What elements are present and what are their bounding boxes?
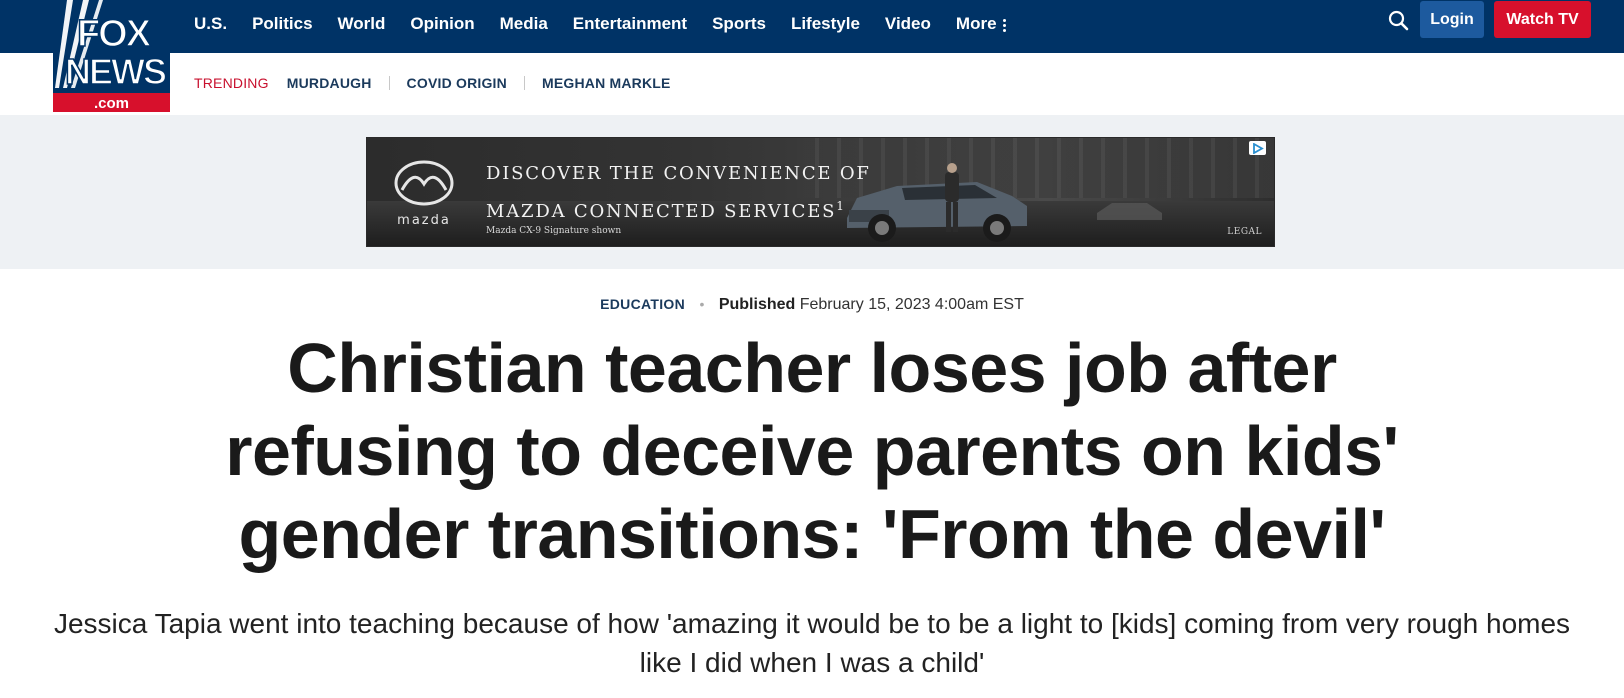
trending-divider	[523, 76, 525, 90]
trending-item-covid-origin[interactable]: COVID ORIGIN	[407, 75, 507, 91]
login-button[interactable]: Login	[1420, 1, 1484, 38]
adchoices-icon[interactable]	[1249, 141, 1266, 155]
nav-item-media[interactable]: Media	[500, 14, 548, 34]
nav-item-entertainment[interactable]: Entertainment	[573, 14, 687, 34]
published-label: Published	[718, 296, 800, 313]
article-category-link[interactable]: EDUCATION	[600, 296, 685, 312]
nav-item-world[interactable]: World	[338, 14, 386, 34]
search-icon	[1388, 10, 1409, 31]
mazda-wing-icon	[394, 160, 454, 206]
nav-item-lifestyle[interactable]: Lifestyle	[791, 14, 860, 34]
svg-text:FOX: FOX	[77, 13, 152, 55]
main-nav: U.S. Politics World Opinion Media Entert…	[194, 0, 1031, 48]
nav-item-opinion[interactable]: Opinion	[410, 14, 474, 34]
more-dots-icon	[1002, 18, 1006, 32]
trending-divider	[388, 76, 390, 90]
ad-headline-line1: DISCOVER THE CONVENIENCE OF	[486, 163, 871, 184]
article-meta: EDUCATION • Published February 15, 2023 …	[0, 296, 1624, 314]
nav-more-button[interactable]: More	[956, 14, 1006, 34]
fox-news-logo[interactable]: FOX NEWS .com	[53, 0, 170, 112]
ad-legal-link[interactable]: LEGAL	[1227, 227, 1262, 237]
nav-item-video[interactable]: Video	[885, 14, 931, 34]
published-date: February 15, 2023 4:00am EST	[799, 296, 1024, 313]
trending-item-meghan-markle[interactable]: MEGHAN MARKLE	[542, 75, 671, 91]
top-nav-bar: U.S. Politics World Opinion Media Entert…	[0, 0, 1624, 53]
mazda-wordmark: mazda	[397, 213, 451, 228]
nav-item-sports[interactable]: Sports	[712, 14, 766, 34]
ad-car-image	[847, 163, 1162, 242]
trending-list: TRENDING MURDAUGH COVID ORIGIN MEGHAN MA…	[194, 75, 671, 91]
watch-tv-button[interactable]: Watch TV	[1494, 1, 1591, 38]
article-headline: Christian teacher loses job after refusi…	[225, 329, 1399, 573]
svg-text:NEWS: NEWS	[65, 51, 166, 92]
mazda-logo: mazda	[389, 160, 459, 228]
article-subheadline: Jessica Tapia went into teaching because…	[53, 608, 1571, 678]
meta-separator-dot: •	[699, 296, 705, 312]
logo-graphic: FOX NEWS .com	[53, 0, 170, 112]
nav-item-us[interactable]: U.S.	[194, 14, 227, 34]
mazda-ad-banner[interactable]: mazda DISCOVER THE CONVENIENCE OF MAZDA …	[366, 137, 1275, 247]
ad-headline-line2: MAZDA CONNECTED SERVICES1	[486, 199, 844, 222]
trending-bar: TRENDING MURDAUGH COVID ORIGIN MEGHAN MA…	[0, 53, 1624, 115]
ad-headline: DISCOVER THE CONVENIENCE OF MAZDA CONNEC…	[486, 158, 871, 228]
search-button[interactable]	[1386, 8, 1412, 34]
trending-label: TRENDING	[194, 75, 269, 91]
trending-item-murdaugh[interactable]: MURDAUGH	[287, 75, 372, 91]
svg-text:.com: .com	[94, 95, 129, 112]
nav-more-label: More	[955, 14, 997, 33]
ad-fine-print: Mazda CX-9 Signature shown	[486, 226, 622, 236]
nav-item-politics[interactable]: Politics	[252, 14, 312, 34]
